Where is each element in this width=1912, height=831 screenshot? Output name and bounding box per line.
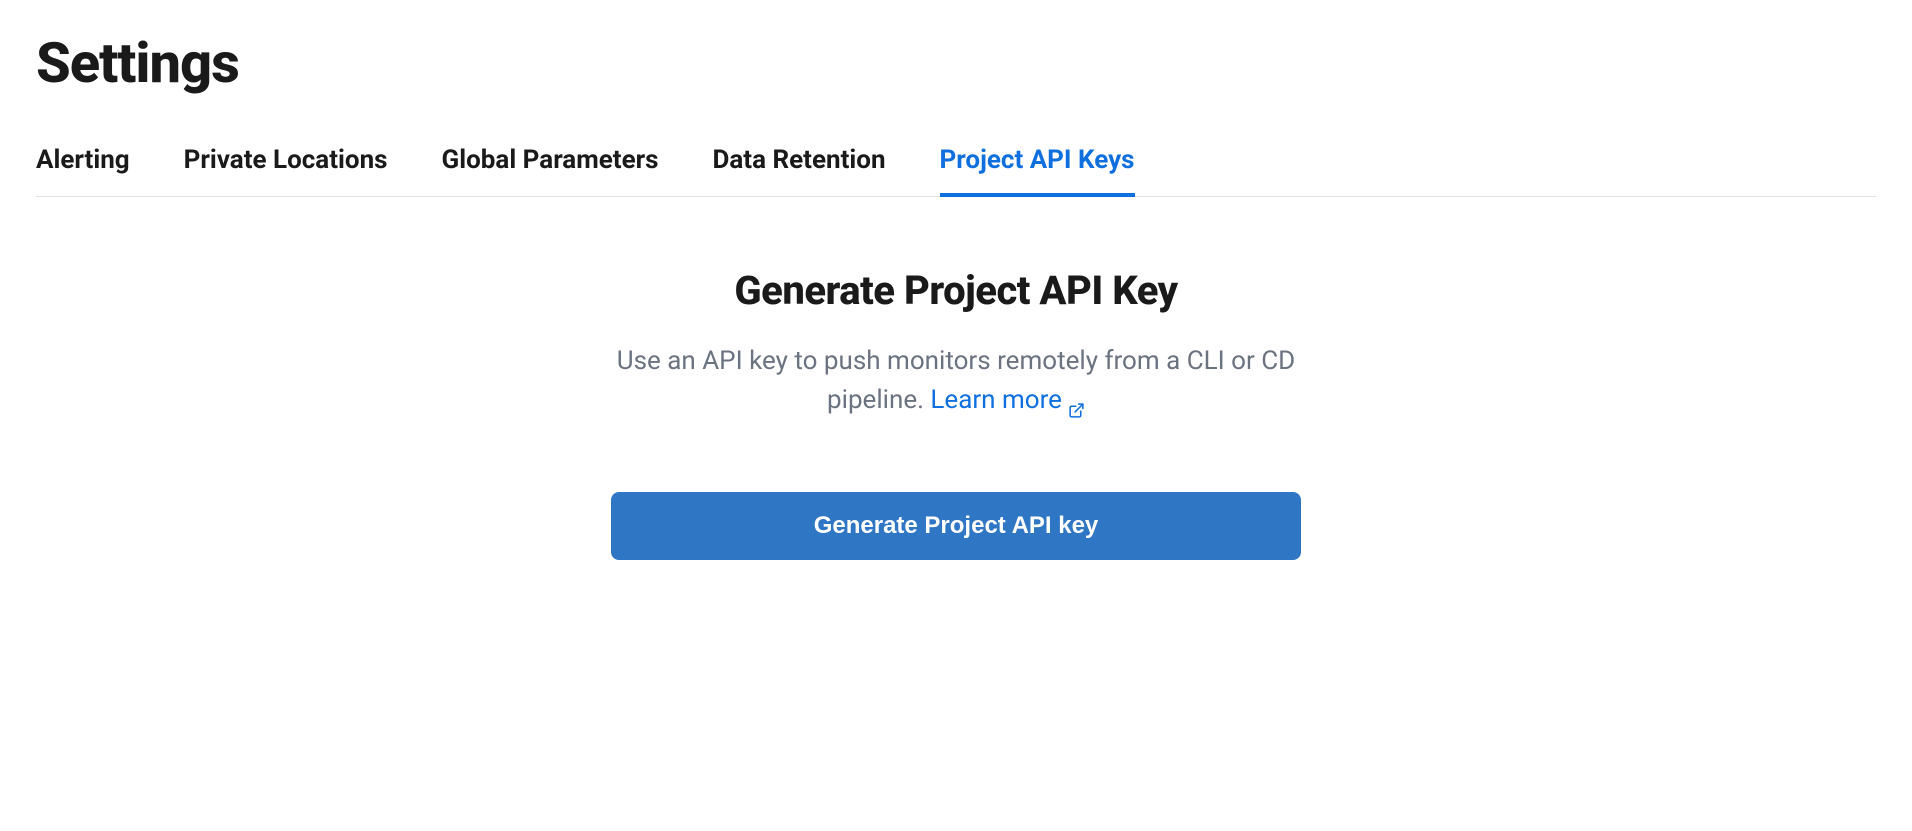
tab-global-parameters[interactable]: Global Parameters	[442, 145, 659, 197]
learn-more-label: Learn more	[930, 381, 1062, 420]
tabs-nav: Alerting Private Locations Global Parame…	[36, 144, 1876, 197]
api-keys-content: Generate Project API Key Use an API key …	[566, 267, 1346, 560]
content-description: Use an API key to push monitors remotely…	[566, 342, 1346, 420]
content-heading: Generate Project API Key	[566, 267, 1346, 314]
learn-more-link[interactable]: Learn more	[930, 381, 1085, 420]
tab-alerting[interactable]: Alerting	[36, 145, 130, 197]
generate-api-key-button[interactable]: Generate Project API key	[611, 492, 1301, 560]
tab-private-locations[interactable]: Private Locations	[184, 145, 388, 197]
external-link-icon	[1068, 392, 1085, 409]
page-title: Settings	[36, 30, 1876, 96]
tab-project-api-keys[interactable]: Project API Keys	[940, 145, 1135, 197]
settings-page: Settings Alerting Private Locations Glob…	[0, 0, 1912, 590]
tab-data-retention[interactable]: Data Retention	[713, 145, 886, 197]
